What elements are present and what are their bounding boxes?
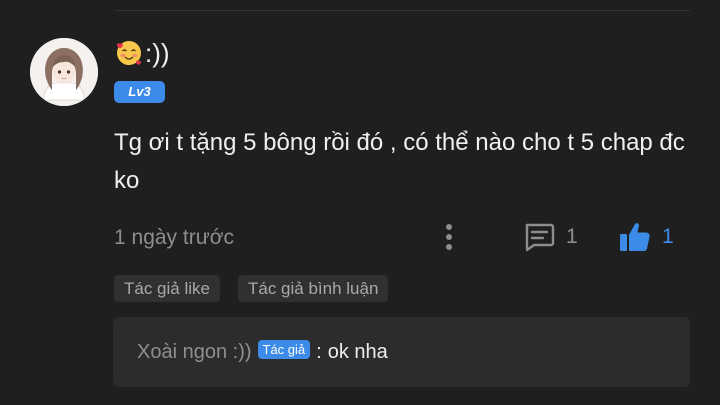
like-count: 1 xyxy=(662,225,674,248)
reply-button[interactable]: 1 xyxy=(522,220,578,254)
level-badge: Lv3 xyxy=(114,81,165,103)
top-divider xyxy=(114,10,690,11)
reply-count: 1 xyxy=(566,225,578,248)
thumbs-up-icon xyxy=(620,223,650,251)
comment-time: 1 ngày trước xyxy=(114,226,235,249)
reply-author[interactable]: Xoài ngon :)) xyxy=(137,339,252,365)
tag-author-commented: Tác giả bình luận xyxy=(237,275,389,302)
avatar-image xyxy=(30,38,98,106)
username[interactable]: :)) xyxy=(114,36,170,70)
like-button[interactable]: 1 xyxy=(618,219,674,255)
author-tags: Tác giả like Tác giả bình luận xyxy=(114,275,389,302)
reply-row: Xoài ngon :)) Tác giả : ok nha xyxy=(137,339,388,365)
comment-icon xyxy=(525,223,555,252)
smiling-face-with-hearts-icon xyxy=(114,38,144,68)
author-reply-box[interactable]: Xoài ngon :)) Tác giả : ok nha xyxy=(113,317,690,387)
tag-author-liked: Tác giả like xyxy=(114,275,220,302)
comment-text: Tg ơi t tặng 5 bông rồi đó , có thể nào … xyxy=(114,129,685,194)
dot xyxy=(446,244,452,250)
reply-text: ok nha xyxy=(327,341,388,363)
more-options-button[interactable] xyxy=(440,222,458,252)
username-text: :)) xyxy=(145,38,170,68)
dot xyxy=(446,224,452,230)
author-badge: Tác giả xyxy=(257,339,311,359)
avatar[interactable] xyxy=(30,38,98,106)
reply-separator: : xyxy=(316,341,322,363)
dot xyxy=(446,234,452,240)
